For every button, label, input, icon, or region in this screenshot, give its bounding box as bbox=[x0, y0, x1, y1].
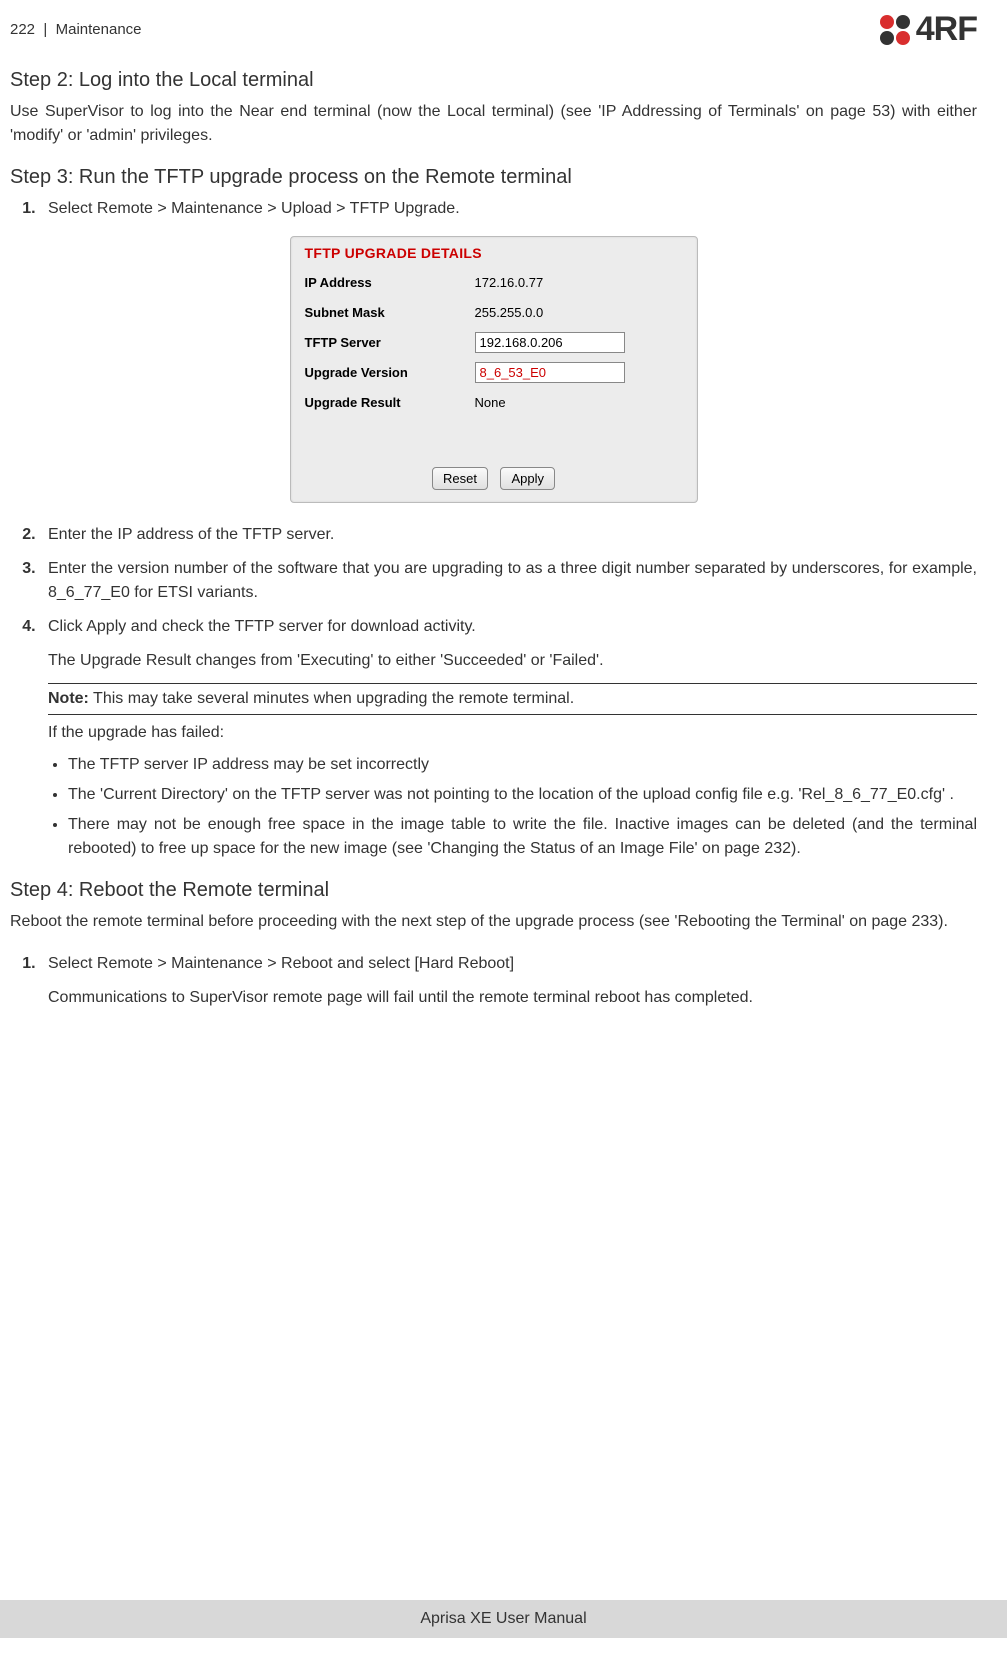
failed-intro: If the upgrade has failed: bbox=[48, 721, 977, 745]
fail-bullet-1: The TFTP server IP address may be set in… bbox=[68, 753, 977, 777]
reset-button[interactable]: Reset bbox=[432, 467, 488, 490]
ip-address-row: IP Address 172.16.0.77 bbox=[291, 267, 697, 297]
step3-item4: Click Apply and check the TFTP server fo… bbox=[40, 615, 977, 673]
step3-heading: Step 3: Run the TFTP upgrade process on … bbox=[10, 166, 977, 189]
logo-dots-icon bbox=[880, 15, 910, 45]
upgrade-result-label: Upgrade Result bbox=[305, 395, 475, 410]
note-text: This may take several minutes when upgra… bbox=[89, 690, 574, 707]
upgrade-version-row: Upgrade Version bbox=[291, 357, 697, 387]
note-box: Note: This may take several minutes when… bbox=[48, 683, 977, 715]
subnet-mask-value: 255.255.0.0 bbox=[475, 305, 544, 320]
tftp-upgrade-panel: TFTP UPGRADE DETAILS IP Address 172.16.0… bbox=[290, 236, 698, 503]
separator: | bbox=[43, 21, 47, 38]
step3-item4-sub: The Upgrade Result changes from 'Executi… bbox=[48, 649, 977, 673]
step2-text: Use SuperVisor to log into the Near end … bbox=[10, 100, 977, 148]
step2-heading: Step 2: Log into the Local terminal bbox=[10, 69, 977, 92]
step4-item1: Select Remote > Maintenance > Reboot and… bbox=[40, 952, 977, 1010]
step4-text: Reboot the remote terminal before procee… bbox=[10, 910, 977, 934]
tftp-server-input[interactable] bbox=[475, 332, 625, 353]
company-logo: 4RF bbox=[880, 10, 977, 49]
upgrade-result-value: None bbox=[475, 395, 506, 410]
apply-button[interactable]: Apply bbox=[500, 467, 555, 490]
upgrade-version-label: Upgrade Version bbox=[305, 365, 475, 380]
page-footer: Aprisa XE User Manual bbox=[0, 1600, 1007, 1638]
section-name: Maintenance bbox=[56, 21, 142, 38]
page-number: 222 bbox=[10, 21, 35, 38]
step4-item1-sub: Communications to SuperVisor remote page… bbox=[48, 986, 977, 1010]
note-label: Note: bbox=[48, 690, 89, 707]
logo-text: 4RF bbox=[916, 10, 977, 49]
fail-bullet-3: There may not be enough free space in th… bbox=[68, 813, 977, 861]
subnet-mask-row: Subnet Mask 255.255.0.0 bbox=[291, 297, 697, 327]
ip-address-label: IP Address bbox=[305, 275, 475, 290]
upgrade-result-row: Upgrade Result None bbox=[291, 387, 697, 417]
step3-item3: Enter the version number of the software… bbox=[40, 557, 977, 605]
panel-title: TFTP UPGRADE DETAILS bbox=[291, 241, 697, 267]
step3-item2: Enter the IP address of the TFTP server. bbox=[40, 523, 977, 547]
step4-heading: Step 4: Reboot the Remote terminal bbox=[10, 879, 977, 902]
page-header: 222 | Maintenance 4RF bbox=[10, 10, 977, 49]
tftp-server-label: TFTP Server bbox=[305, 335, 475, 350]
fail-bullet-2: The 'Current Directory' on the TFTP serv… bbox=[68, 783, 977, 807]
tftp-server-row: TFTP Server bbox=[291, 327, 697, 357]
header-left: 222 | Maintenance bbox=[10, 21, 142, 38]
upgrade-version-input[interactable] bbox=[475, 362, 625, 383]
subnet-mask-label: Subnet Mask bbox=[305, 305, 475, 320]
step3-item1: Select Remote > Maintenance > Upload > T… bbox=[40, 197, 977, 221]
footer-text: Aprisa XE User Manual bbox=[420, 1610, 586, 1627]
ip-address-value: 172.16.0.77 bbox=[475, 275, 544, 290]
